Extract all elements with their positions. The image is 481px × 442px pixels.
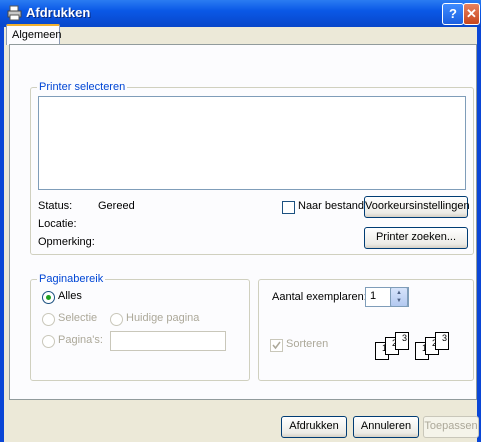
pages-label: Pagina's: <box>58 334 103 346</box>
current-page-label: Huidige pagina <box>126 312 200 324</box>
comment-label: Opmerking: <box>38 236 95 248</box>
print-to-file-checkbox[interactable] <box>282 201 295 214</box>
close-button[interactable]: ✕ <box>463 3 480 25</box>
window-title: Afdrukken <box>26 5 91 20</box>
spin-up-icon[interactable]: ▲ <box>391 289 407 297</box>
status-value: Gereed <box>98 200 135 212</box>
copies-value: 1 <box>370 290 377 302</box>
pages-radio[interactable] <box>42 335 55 348</box>
printer-select-legend: Printer selecteren <box>37 81 128 93</box>
title-bar[interactable]: Afdrukken ? ✕ <box>0 0 481 27</box>
pages-input[interactable] <box>110 331 226 351</box>
collate-page: 3 <box>435 332 449 350</box>
print-to-file-label: Naar bestand <box>298 200 365 212</box>
apply-button[interactable]: Toepassen <box>423 416 479 438</box>
collate-checkbox[interactable] <box>270 339 283 352</box>
radio-selected-dot <box>46 295 51 300</box>
copies-label: Aantal exemplaren: <box>272 291 367 303</box>
collate-pages-icon: 1 2 3 <box>375 332 415 362</box>
copies-spinner[interactable]: ▲ ▼ <box>390 287 408 307</box>
all-pages-label: Alles <box>58 290 82 302</box>
page-range-legend: Paginabereik <box>37 273 106 285</box>
current-page-radio[interactable] <box>110 313 123 326</box>
selection-radio[interactable] <box>42 313 55 326</box>
checkmark-icon <box>272 341 281 350</box>
print-button[interactable]: Afdrukken <box>281 416 347 438</box>
spin-down-icon[interactable]: ▼ <box>391 297 407 305</box>
cancel-button[interactable]: Annuleren <box>353 416 419 438</box>
printer-list[interactable] <box>38 96 466 190</box>
find-printer-button[interactable]: Printer zoeken... <box>364 227 468 249</box>
location-label: Locatie: <box>38 218 77 230</box>
preferences-button[interactable]: Voorkeursinstellingen <box>364 196 470 218</box>
collate-page: 3 <box>395 332 409 350</box>
collate-label: Sorteren <box>286 338 329 350</box>
help-button[interactable]: ? <box>442 3 464 25</box>
all-pages-radio[interactable] <box>42 291 55 304</box>
printer-icon <box>7 5 22 21</box>
status-label: Status: <box>38 200 73 212</box>
selection-label: Selectie <box>58 312 98 324</box>
tab-algemeen[interactable]: Algemeen <box>6 24 62 45</box>
tab-label: Algemeen <box>12 29 62 41</box>
collate-pages-icon: 1 2 3 <box>415 332 455 362</box>
